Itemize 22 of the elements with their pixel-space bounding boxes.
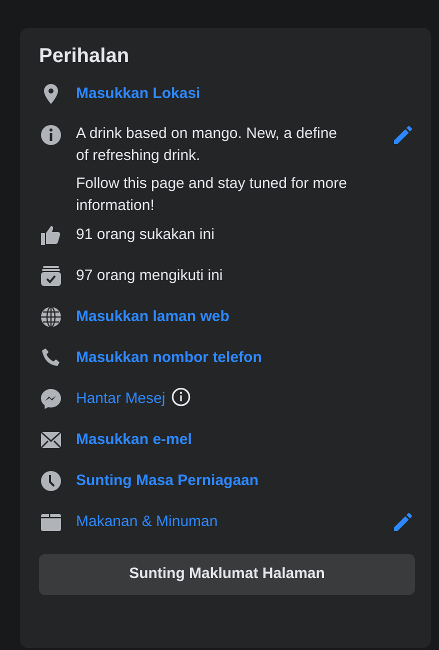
- info-icon[interactable]: [171, 387, 192, 407]
- edit-page-info-button[interactable]: Sunting Maklumat Halaman: [39, 554, 415, 595]
- description-text: A drink based on mango. New, a define of refreshing drink.: [76, 124, 338, 166]
- messenger-icon: [39, 387, 63, 411]
- add-info-link[interactable]: Masukkan Lokasi: [76, 85, 200, 102]
- info-link[interactable]: Hantar Mesej: [76, 390, 166, 407]
- add-info-link[interactable]: Masukkan nombor telefon: [76, 349, 262, 366]
- checked-box-icon: [39, 264, 63, 288]
- add-info-link[interactable]: Sunting Masa Perniagaan: [76, 472, 259, 489]
- edit-pencil-icon[interactable]: [391, 123, 415, 147]
- clock-icon: [39, 469, 63, 493]
- info-link[interactable]: Makanan & Minuman: [76, 513, 218, 530]
- globe-icon: [39, 305, 63, 329]
- add-info-link[interactable]: Masukkan e-mel: [76, 431, 192, 448]
- info-icon: [39, 123, 63, 147]
- add-info-link[interactable]: Masukkan laman web: [76, 308, 230, 325]
- section-title: Perihalan: [39, 44, 130, 68]
- edit-pencil-icon[interactable]: [391, 510, 415, 534]
- info-text: 91 orang sukakan ini: [76, 226, 214, 243]
- thumbs-up-icon: [39, 223, 63, 247]
- description-text: Follow this page and stay tuned for more information!: [76, 174, 348, 216]
- info-text: 97 orang mengikuti ini: [76, 267, 223, 284]
